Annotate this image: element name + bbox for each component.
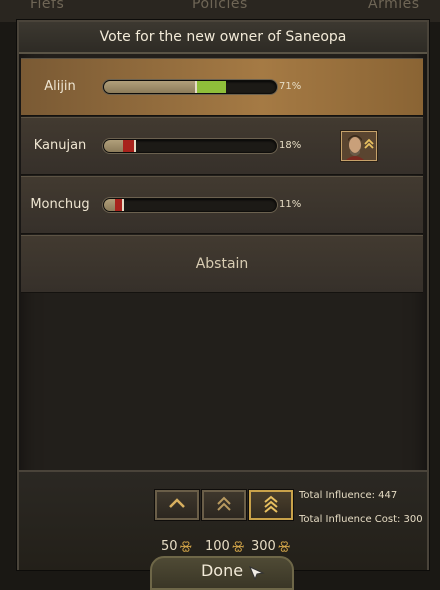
double-chevron-icon	[217, 496, 231, 511]
influence-icon: 🝮	[277, 539, 291, 554]
lord-portrait-icon	[342, 132, 376, 160]
vote-share-bar	[103, 139, 277, 153]
candidate-name: Monchug	[30, 197, 90, 212]
candidate-row-alijin[interactable]: Alijin 71%	[21, 58, 423, 116]
abstain-label: Abstain	[195, 256, 249, 272]
vote-share-bar	[103, 80, 277, 94]
influence-cost-50: 50 🝮	[161, 532, 192, 558]
influence-cost-100: 100 🝮	[205, 532, 244, 558]
single-chevron-icon	[169, 498, 185, 508]
vote-share-marker	[134, 140, 136, 152]
vote-share-highlight	[196, 81, 226, 93]
cost-value: 50	[161, 539, 178, 554]
background-tab-strip: Fiefs Policies Armies	[0, 0, 440, 22]
dialog-title: Vote for the new owner of Saneopa	[19, 22, 427, 54]
background-tab-fiefs[interactable]: Fiefs	[30, 0, 64, 12]
influence-icon: 🝮	[231, 539, 245, 554]
influence-panel: 50 🝮 100 🝮 300 🝮 Total Influence: 447 Total…	[19, 470, 427, 570]
influence-300-button[interactable]	[249, 490, 293, 520]
vote-share-percent: 11%	[279, 199, 302, 210]
influence-50-button[interactable]	[155, 490, 199, 520]
influence-100-button[interactable]	[202, 490, 246, 520]
vote-share-bar	[103, 198, 277, 212]
background-tab-armies[interactable]: Armies	[368, 0, 420, 12]
total-influence: Total Influence: 447	[299, 490, 398, 501]
influence-cost-300: 300 🝮	[251, 532, 290, 558]
total-influence-cost: Total Influence Cost: 300	[299, 514, 423, 525]
supporter-avatar[interactable]	[341, 131, 377, 161]
candidate-row-monchug[interactable]: Monchug 11%	[21, 176, 423, 234]
candidate-name: Kanujan	[33, 138, 87, 153]
vote-share-percent: 18%	[279, 140, 302, 151]
vote-share-marker	[122, 199, 124, 211]
abstain-button[interactable]: Abstain	[21, 235, 423, 293]
done-button[interactable]: Done	[150, 556, 294, 590]
triple-chevron-icon	[264, 495, 278, 513]
cost-value: 100	[205, 539, 230, 554]
cost-value: 300	[251, 539, 276, 554]
vote-share-percent: 71%	[279, 81, 302, 92]
vote-dialog: Vote for the new owner of Saneopa Alijin…	[17, 20, 429, 570]
background-tab-policies[interactable]: Policies	[192, 0, 248, 12]
candidate-name: Alijin	[44, 79, 76, 94]
influence-icon: 🝮	[179, 539, 193, 554]
vote-share-marker	[195, 81, 197, 93]
candidate-row-kanujan[interactable]: Kanujan 18%	[21, 117, 423, 175]
